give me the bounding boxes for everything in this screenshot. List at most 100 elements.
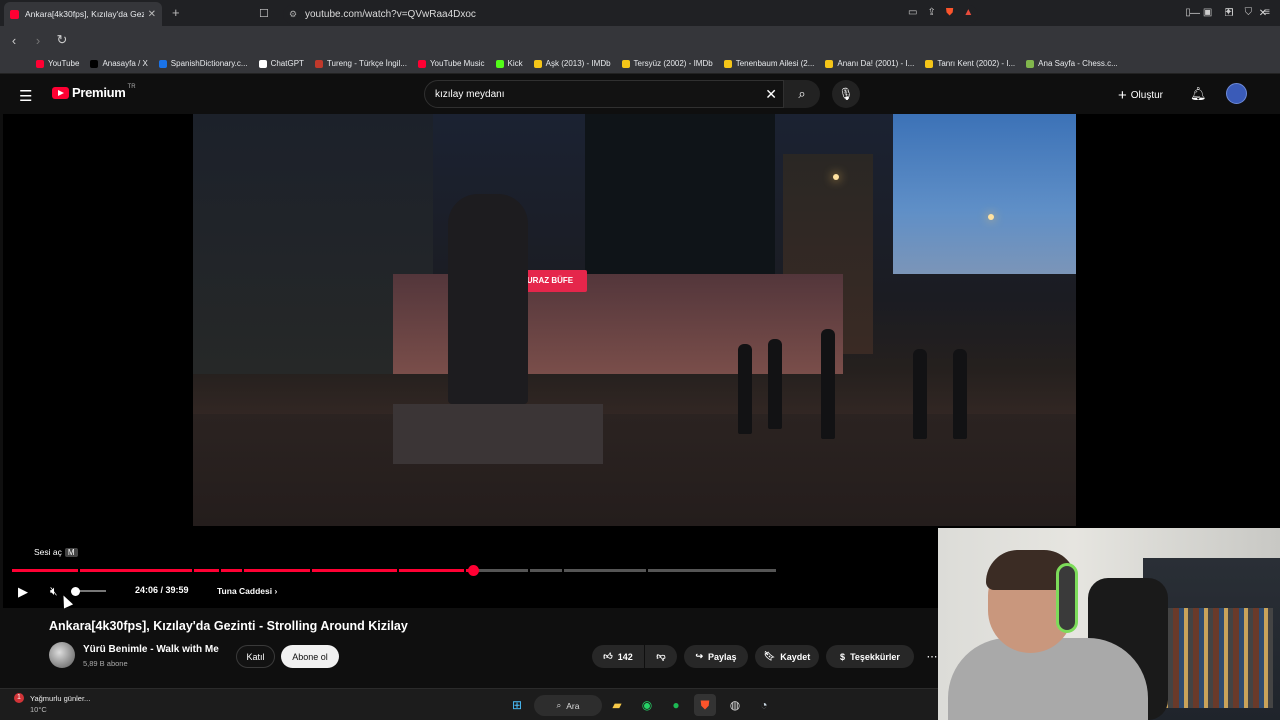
sidebar-icon[interactable]: ▯ <box>1185 7 1191 18</box>
bookmark-item[interactable]: Tenenbaum Ailesi (2... <box>723 59 814 68</box>
bookmark-item[interactable]: Kick <box>495 59 523 68</box>
bookmark-item[interactable]: YouTube Music <box>417 59 485 68</box>
chapter-marker <box>242 569 244 572</box>
file-explorer-icon[interactable]: ▰ <box>606 694 628 716</box>
bookmark-favicon-icon <box>1026 59 1035 68</box>
forward-icon[interactable]: › <box>28 33 48 48</box>
volume-slider[interactable] <box>76 590 106 592</box>
save-button[interactable]: 🔖︎ Kaydet <box>755 645 819 668</box>
video-pedestrian <box>768 339 782 429</box>
video-frame[interactable]: URAZ BÜFE <box>193 114 1076 526</box>
url-field[interactable]: ⚙ youtube.com/watch?v=QVwRaa4Dxoc <box>283 5 978 24</box>
clear-search-icon[interactable]: ✕ <box>765 86 777 103</box>
bookmark-item[interactable]: Ana Sayfa - Chess.c... <box>1026 59 1118 68</box>
save-bookmark-icon: 🔖︎ <box>763 651 776 661</box>
bookmark-favicon-icon <box>314 59 323 68</box>
bookmark-item[interactable]: SpanishDictionary.c... <box>158 59 248 68</box>
progress-bar[interactable] <box>12 569 776 572</box>
bookmark-item[interactable]: ChatGPT <box>258 59 304 68</box>
like-button[interactable]: 👍︎ 142 <box>592 645 644 668</box>
dislike-button[interactable]: 👎︎ <box>645 645 677 668</box>
windows-start-icon[interactable]: ⊞ <box>506 694 528 716</box>
site-info-icon[interactable]: ⚙ <box>289 9 297 20</box>
chapter-marker <box>528 569 530 572</box>
vpn-icon[interactable]: ⛉ <box>1245 7 1253 18</box>
like-count: 142 <box>617 651 633 662</box>
bookmark-favicon-icon <box>723 59 732 68</box>
video-street-lamp <box>833 174 839 180</box>
bookmark-item[interactable]: Anasayfa / X <box>90 59 148 68</box>
webcam-person-body <box>948 638 1148 720</box>
voice-search-button[interactable]: 🎙 <box>832 80 860 108</box>
bookmark-favicon-icon <box>621 59 630 68</box>
bookmark-label: Ana Sayfa - Chess.c... <box>1038 59 1118 68</box>
bookmark-item[interactable]: Tureng - Türkçe İngil... <box>314 59 407 68</box>
hamburger-menu-icon[interactable]: ☰ <box>19 87 32 105</box>
channel-avatar[interactable] <box>49 642 75 668</box>
bookmark-item[interactable]: Tersyüz (2002) - IMDb <box>621 59 713 68</box>
obs-icon[interactable]: ◍ <box>724 694 746 716</box>
webcam-headset <box>1056 563 1078 633</box>
youtube-premium-logo[interactable]: Premium TR <box>52 84 136 100</box>
scrubber-handle[interactable] <box>467 565 479 576</box>
wallet-icon[interactable]: ▣ <box>1203 7 1212 18</box>
plus-icon: + <box>1118 87 1127 104</box>
share-icon: ↪ <box>695 651 703 661</box>
account-avatar[interactable] <box>1226 83 1247 104</box>
tooltip-text: Sesi aç <box>34 547 62 557</box>
chapter-button[interactable]: Tuna Caddesi › <box>217 586 277 596</box>
bookmark-item[interactable]: Aşk (2013) - IMDb <box>533 59 611 68</box>
browser-toolbar-right: ▯ ▣ ✦ ⛉ ≡ <box>1185 7 1270 18</box>
search-icon: ⌕ <box>556 700 562 710</box>
save-label: Kaydet <box>780 651 811 662</box>
create-label: Oluştur <box>1130 90 1163 101</box>
bookmark-item[interactable]: YouTube <box>36 59 79 68</box>
taskbar-search[interactable]: ⌕ Ara <box>534 695 602 716</box>
thumbs-up-icon: 👍︎ <box>603 651 613 661</box>
cast-icon[interactable]: ▭ <box>908 7 917 18</box>
bookmark-icon[interactable]: ☐ <box>259 7 269 20</box>
close-tab-icon[interactable]: ✕ <box>148 9 156 20</box>
chapter-marker <box>310 569 312 572</box>
volume-handle[interactable] <box>71 587 80 596</box>
weather-text: Yağmurlu günler... <box>30 694 91 703</box>
spotify-icon[interactable]: ● <box>665 694 687 716</box>
browser-tab[interactable]: Ankara[4k30fps], Kızılay'da Gezin ✕ <box>4 2 162 26</box>
weather-widget[interactable]: 1 Yağmurlu günler... 10°C <box>14 693 90 715</box>
steam-icon[interactable]: ◔ <box>753 694 775 716</box>
share-button[interactable]: ↪ Paylaş <box>684 645 748 668</box>
brave-browser-icon[interactable]: ⛊ <box>694 694 716 716</box>
bookmark-favicon-icon <box>258 59 267 68</box>
search-query: kızılay meydanı <box>435 88 505 100</box>
thanks-button[interactable]: $ Teşekkürler <box>826 645 914 668</box>
new-tab-icon[interactable]: + <box>172 5 180 20</box>
notifications-bell-icon[interactable]: 🔔︎ <box>1190 86 1207 102</box>
extensions: ▭ ⇪ ⛊ ▲ <box>908 7 973 18</box>
create-button[interactable]: + Oluştur <box>1118 87 1163 104</box>
join-button[interactable]: Katıl <box>236 645 275 668</box>
youtube-logo-icon <box>52 86 69 99</box>
rewards-icon[interactable]: ▲ <box>963 7 973 18</box>
bookmark-label: Tureng - Türkçe İngil... <box>326 59 407 68</box>
share-page-icon[interactable]: ⇪ <box>927 7 935 18</box>
leo-ai-icon[interactable]: ✦ <box>1224 7 1232 18</box>
video-statue <box>448 194 528 404</box>
video-pedestrian <box>821 329 835 439</box>
search-button[interactable]: ⌕ <box>784 80 820 108</box>
whatsapp-icon[interactable]: ◉ <box>636 694 658 716</box>
bookmark-item[interactable]: Ananı Da! (2001) - I... <box>825 59 914 68</box>
youtube-header: ☰ Premium TR kızılay meydanı ✕ ⌕ 🎙 + Olu… <box>0 74 1280 114</box>
channel-name[interactable]: Yürü Benimle - Walk with Me <box>83 644 219 655</box>
bookmark-item[interactable]: Tanrı Kent (2002) - I... <box>925 59 1015 68</box>
search-icon: ⌕ <box>798 86 806 101</box>
muted-volume-icon[interactable]: 🔇︎ <box>50 584 58 599</box>
search-input[interactable]: kızılay meydanı ✕ <box>424 80 784 108</box>
subscribe-button[interactable]: Abone ol <box>281 645 339 668</box>
reload-icon[interactable]: ↻ <box>52 32 72 48</box>
back-icon[interactable]: ‹ <box>4 33 24 48</box>
bookmark-favicon-icon <box>90 59 99 68</box>
taskbar-search-label: Ara <box>566 700 580 711</box>
brave-shield-icon[interactable]: ⛊ <box>946 7 954 18</box>
play-button[interactable]: ▶ <box>18 584 28 600</box>
menu-icon[interactable]: ≡ <box>1264 7 1270 18</box>
